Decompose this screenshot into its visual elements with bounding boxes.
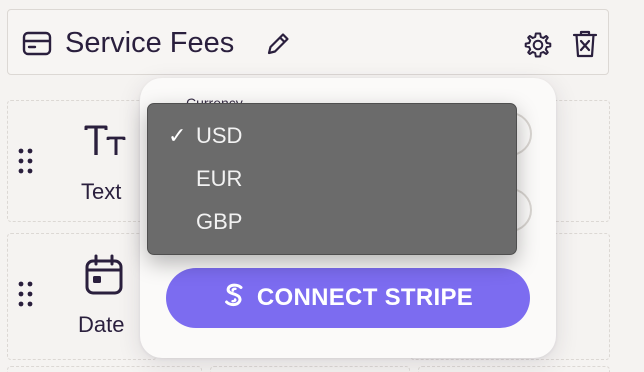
stripe-s-icon xyxy=(223,282,245,315)
drag-handle-icon[interactable] xyxy=(18,147,34,182)
palette-item[interactable] xyxy=(7,366,202,372)
palette-item-date[interactable]: Date xyxy=(7,233,157,360)
palette-item[interactable] xyxy=(210,366,410,372)
palette-item-label: Text xyxy=(81,179,122,204)
currency-option-label: GBP xyxy=(196,209,243,234)
section-title: Service Fees xyxy=(65,27,235,59)
calendar-icon xyxy=(84,254,124,301)
service-fees-editor: Service Fees Text Date CONNECT STRIPE ✓ … xyxy=(0,0,644,372)
connect-stripe-button[interactable]: CONNECT STRIPE xyxy=(166,268,530,328)
palette-item-label: Date xyxy=(78,312,125,337)
currency-option-eur[interactable]: EUR xyxy=(148,157,516,200)
text-type-icon xyxy=(84,125,128,166)
checkmark-icon: ✓ xyxy=(168,123,187,148)
palette-item[interactable] xyxy=(418,366,610,372)
drag-handle-icon[interactable] xyxy=(18,280,34,315)
section-header: Service Fees xyxy=(7,9,609,75)
pencil-icon[interactable] xyxy=(264,30,292,63)
palette-item-text[interactable]: Text xyxy=(7,100,157,222)
credit-card-icon xyxy=(22,31,52,62)
currency-option-label: EUR xyxy=(196,166,243,191)
currency-dropdown-menu: ✓ USD EUR GBP xyxy=(147,103,517,255)
currency-option-usd[interactable]: ✓ USD xyxy=(148,114,516,157)
currency-option-label: USD xyxy=(196,123,243,148)
connect-stripe-label: CONNECT STRIPE xyxy=(256,284,474,311)
gear-icon[interactable] xyxy=(523,30,553,65)
trash-icon[interactable] xyxy=(570,28,600,65)
currency-option-gbp[interactable]: GBP xyxy=(148,200,516,243)
